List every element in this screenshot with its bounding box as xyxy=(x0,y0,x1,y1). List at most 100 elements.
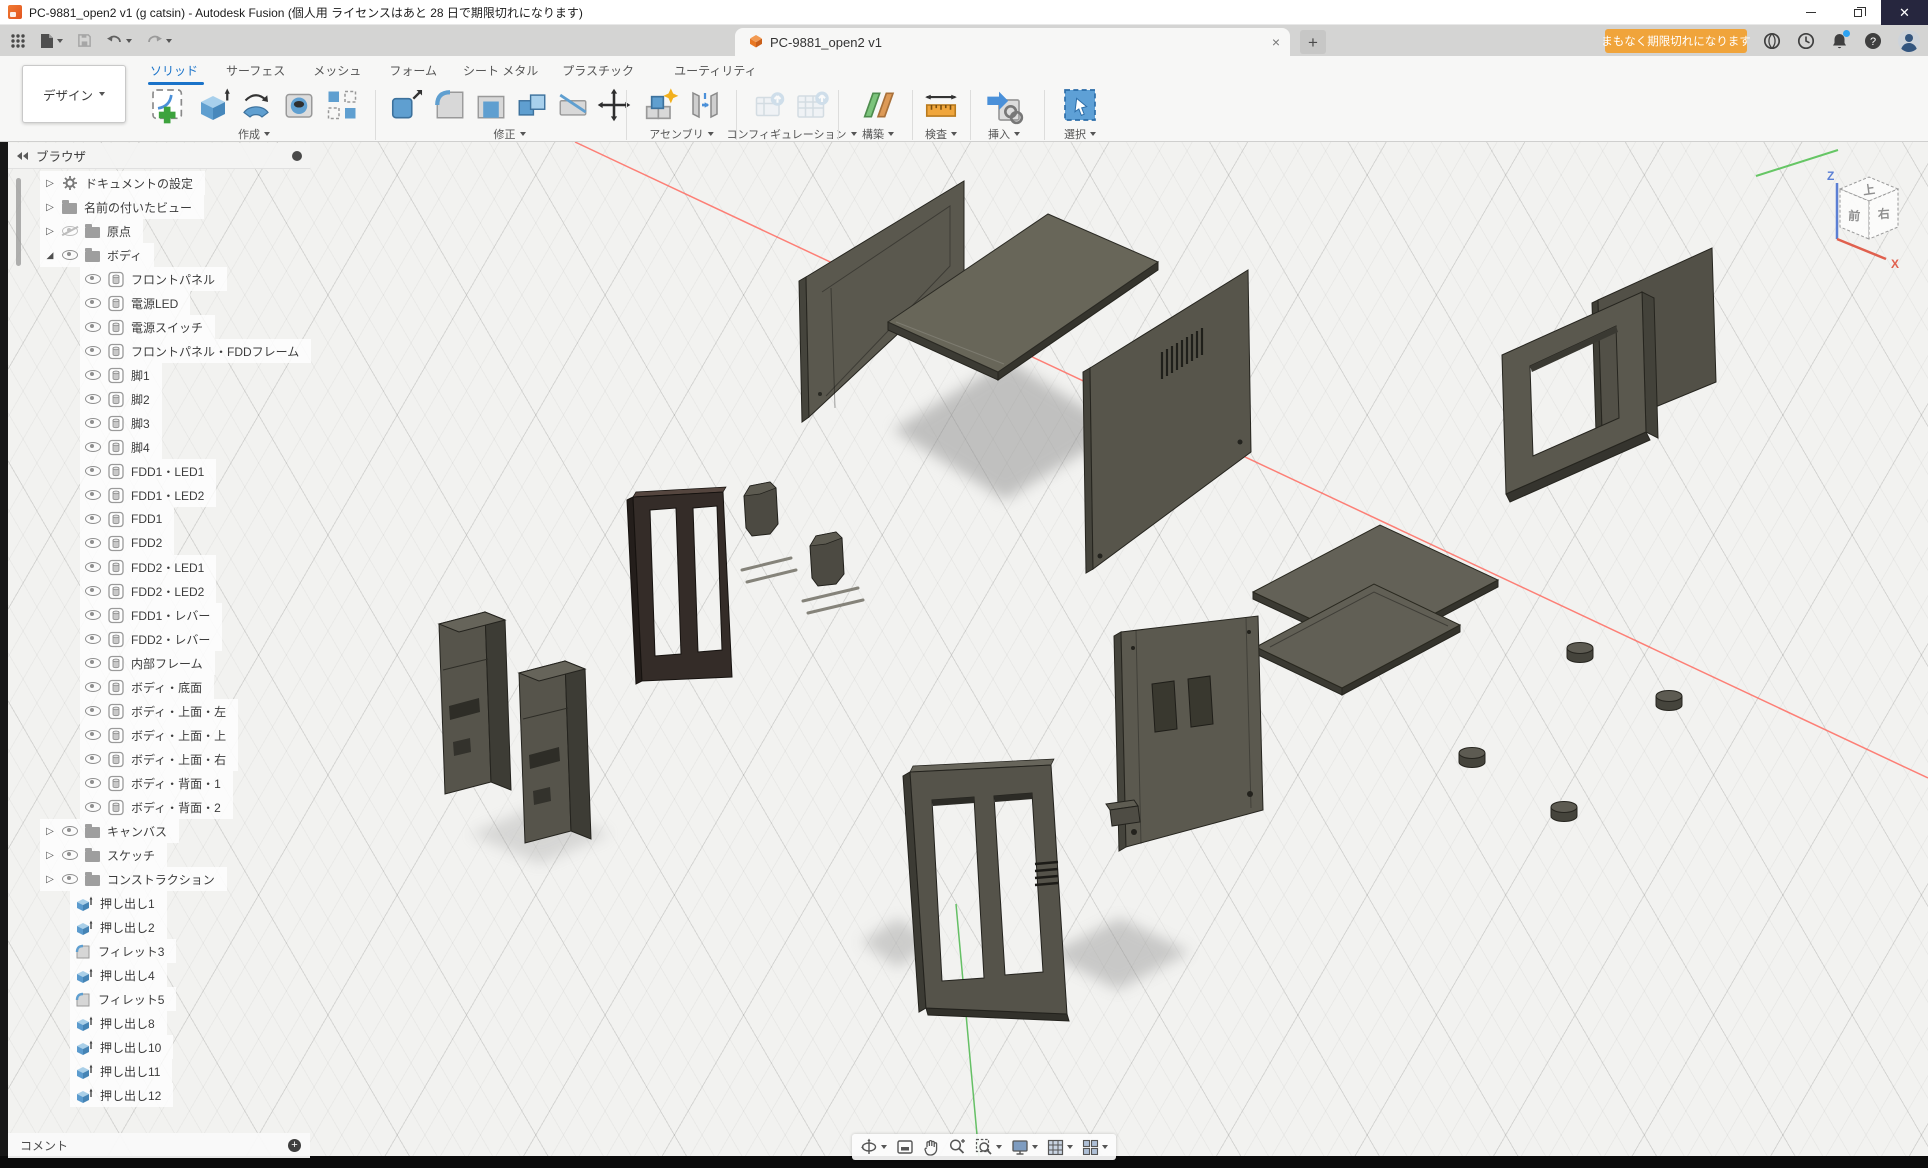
expand-arrow-icon[interactable]: ▷ xyxy=(45,178,55,189)
fillet-icon[interactable] xyxy=(433,88,467,122)
extrude-icon[interactable] xyxy=(195,87,231,123)
browser-row-6[interactable]: 電源スイッチ xyxy=(80,315,215,339)
visibility-eye-icon[interactable] xyxy=(62,250,78,260)
expand-arrow-icon[interactable]: ▷ xyxy=(45,202,55,213)
expand-arrow-icon[interactable]: ▷ xyxy=(45,826,55,837)
construction-plane-icon[interactable] xyxy=(858,85,898,125)
select-icon[interactable] xyxy=(1060,85,1100,125)
visibility-eye-icon[interactable] xyxy=(85,418,101,428)
configure-icon[interactable] xyxy=(752,87,788,123)
browser-row-30[interactable]: 押し出し1 xyxy=(70,891,167,915)
grid-settings-button[interactable] xyxy=(1047,1139,1073,1156)
browser-row-10[interactable]: 脚3 xyxy=(80,411,162,435)
browser-row-37[interactable]: 押し出し11 xyxy=(70,1059,172,1083)
part-foot-3[interactable] xyxy=(1459,748,1485,768)
orbit-button[interactable] xyxy=(860,1138,887,1156)
browser-row-12[interactable]: FDD1・LED1 xyxy=(80,459,216,483)
group-label-configuration[interactable]: コンフィギュレーション xyxy=(726,126,856,142)
measure-icon[interactable] xyxy=(922,86,960,124)
visibility-eye-icon[interactable] xyxy=(62,874,78,884)
browser-row-1[interactable]: ▷名前の付いたビュー xyxy=(40,195,204,219)
visibility-eye-icon[interactable] xyxy=(85,466,101,476)
ribbon-tab-1[interactable]: サーフェス xyxy=(226,62,285,83)
undo-button[interactable] xyxy=(106,34,132,48)
combine-icon[interactable] xyxy=(515,88,549,122)
group-label-modify[interactable]: 修正 xyxy=(494,126,526,142)
apps-grid-icon[interactable] xyxy=(10,33,26,49)
collapse-panel-icon[interactable] xyxy=(17,152,28,160)
part-switch-knob-1[interactable] xyxy=(744,482,778,536)
panel-handle-dot[interactable] xyxy=(292,151,302,161)
add-comment-icon[interactable]: + xyxy=(288,1139,301,1152)
new-tab-button[interactable]: + xyxy=(1300,30,1326,54)
browser-row-34[interactable]: フィレット5 xyxy=(70,987,176,1011)
ribbon-tab-2[interactable]: メッシュ xyxy=(313,62,361,83)
part-switch-knob-2[interactable] xyxy=(810,532,844,586)
ribbon-tab-0[interactable]: ソリッド xyxy=(150,62,198,83)
browser-row-11[interactable]: 脚4 xyxy=(80,435,162,459)
comment-bar[interactable]: コメント + xyxy=(8,1133,310,1158)
browser-row-2[interactable]: ▷原点 xyxy=(40,219,143,243)
visibility-eye-icon[interactable] xyxy=(62,850,78,860)
profile-avatar[interactable] xyxy=(1898,30,1920,52)
group-label-construct[interactable]: 構築 xyxy=(862,126,894,142)
extensions-globe-icon[interactable] xyxy=(1763,32,1781,50)
shell-icon[interactable] xyxy=(474,88,508,122)
part-front-bezel-frame[interactable] xyxy=(903,759,1069,1021)
browser-row-36[interactable]: 押し出し10 xyxy=(70,1035,173,1059)
save-icon[interactable] xyxy=(77,33,92,48)
part-rear-frame[interactable] xyxy=(1502,292,1658,502)
help-icon[interactable]: ? xyxy=(1864,32,1882,50)
visibility-eye-icon[interactable] xyxy=(85,730,101,740)
visibility-eye-icon[interactable] xyxy=(85,586,101,596)
part-foot-4[interactable] xyxy=(1551,802,1577,822)
browser-row-31[interactable]: 押し出し2 xyxy=(70,915,167,939)
part-foot-1[interactable] xyxy=(1567,643,1593,663)
visibility-eye-icon[interactable] xyxy=(85,346,101,356)
browser-row-35[interactable]: 押し出し8 xyxy=(70,1011,167,1035)
visibility-eye-icon[interactable] xyxy=(85,610,101,620)
visibility-eye-icon[interactable] xyxy=(85,274,101,284)
zoom-icon[interactable] xyxy=(948,1138,966,1156)
zoom-window-button[interactable] xyxy=(975,1138,1002,1156)
viewcube[interactable]: 上 前 右 Z X xyxy=(1756,150,1899,271)
browser-row-9[interactable]: 脚2 xyxy=(80,387,162,411)
document-tab[interactable]: PC-9881_open2 v1 × xyxy=(735,28,1290,56)
visibility-eye-icon[interactable] xyxy=(85,634,101,644)
ribbon-tab-6[interactable]: ユーティリティ xyxy=(674,62,757,83)
visibility-eye-icon[interactable] xyxy=(85,754,101,764)
part-fdd-drive-2[interactable] xyxy=(519,661,591,843)
browser-row-33[interactable]: 押し出し4 xyxy=(70,963,167,987)
browser-row-21[interactable]: ボディ・底面 xyxy=(80,675,214,699)
expand-arrow-icon[interactable]: ▷ xyxy=(45,850,55,861)
close-button[interactable]: ✕ xyxy=(1881,0,1928,25)
expand-arrow-icon[interactable]: ▷ xyxy=(45,226,55,237)
browser-row-17[interactable]: FDD2・LED2 xyxy=(80,579,216,603)
browser-row-19[interactable]: FDD2・レバー xyxy=(80,627,222,651)
look-at-icon[interactable] xyxy=(896,1139,914,1155)
visibility-eye-icon[interactable] xyxy=(85,442,101,452)
visibility-eye-icon[interactable] xyxy=(85,562,101,572)
display-settings-button[interactable] xyxy=(1011,1139,1038,1155)
configuration-table-icon[interactable] xyxy=(795,87,831,123)
browser-row-18[interactable]: FDD1・レバー xyxy=(80,603,222,627)
browser-row-13[interactable]: FDD1・LED2 xyxy=(80,483,216,507)
license-expiry-button[interactable]: まもなく期限切れになります xyxy=(1605,29,1747,53)
visibility-eye-icon[interactable] xyxy=(85,322,101,332)
ribbon-tab-3[interactable]: フォーム xyxy=(389,62,437,83)
browser-row-24[interactable]: ボディ・上面・右 xyxy=(80,747,238,771)
browser-row-4[interactable]: フロントパネル xyxy=(80,267,227,291)
pattern-icon[interactable] xyxy=(324,87,360,123)
browser-row-29[interactable]: ▷コンストラクション xyxy=(40,867,227,891)
group-label-insert[interactable]: 挿入 xyxy=(988,126,1020,142)
browser-row-27[interactable]: ▷キャンバス xyxy=(40,819,179,843)
group-label-select[interactable]: 選択 xyxy=(1064,126,1096,142)
part-pins[interactable] xyxy=(742,558,863,613)
viewports-button[interactable] xyxy=(1082,1139,1108,1156)
browser-row-25[interactable]: ボディ・背面・1 xyxy=(80,771,233,795)
visibility-eye-icon[interactable] xyxy=(85,802,101,812)
group-label-assemble[interactable]: アセンブリ xyxy=(649,126,713,142)
browser-row-22[interactable]: ボディ・上面・左 xyxy=(80,699,238,723)
browser-row-32[interactable]: フィレット3 xyxy=(70,939,176,963)
browser-row-0[interactable]: ▷ドキュメントの設定 xyxy=(40,171,205,195)
